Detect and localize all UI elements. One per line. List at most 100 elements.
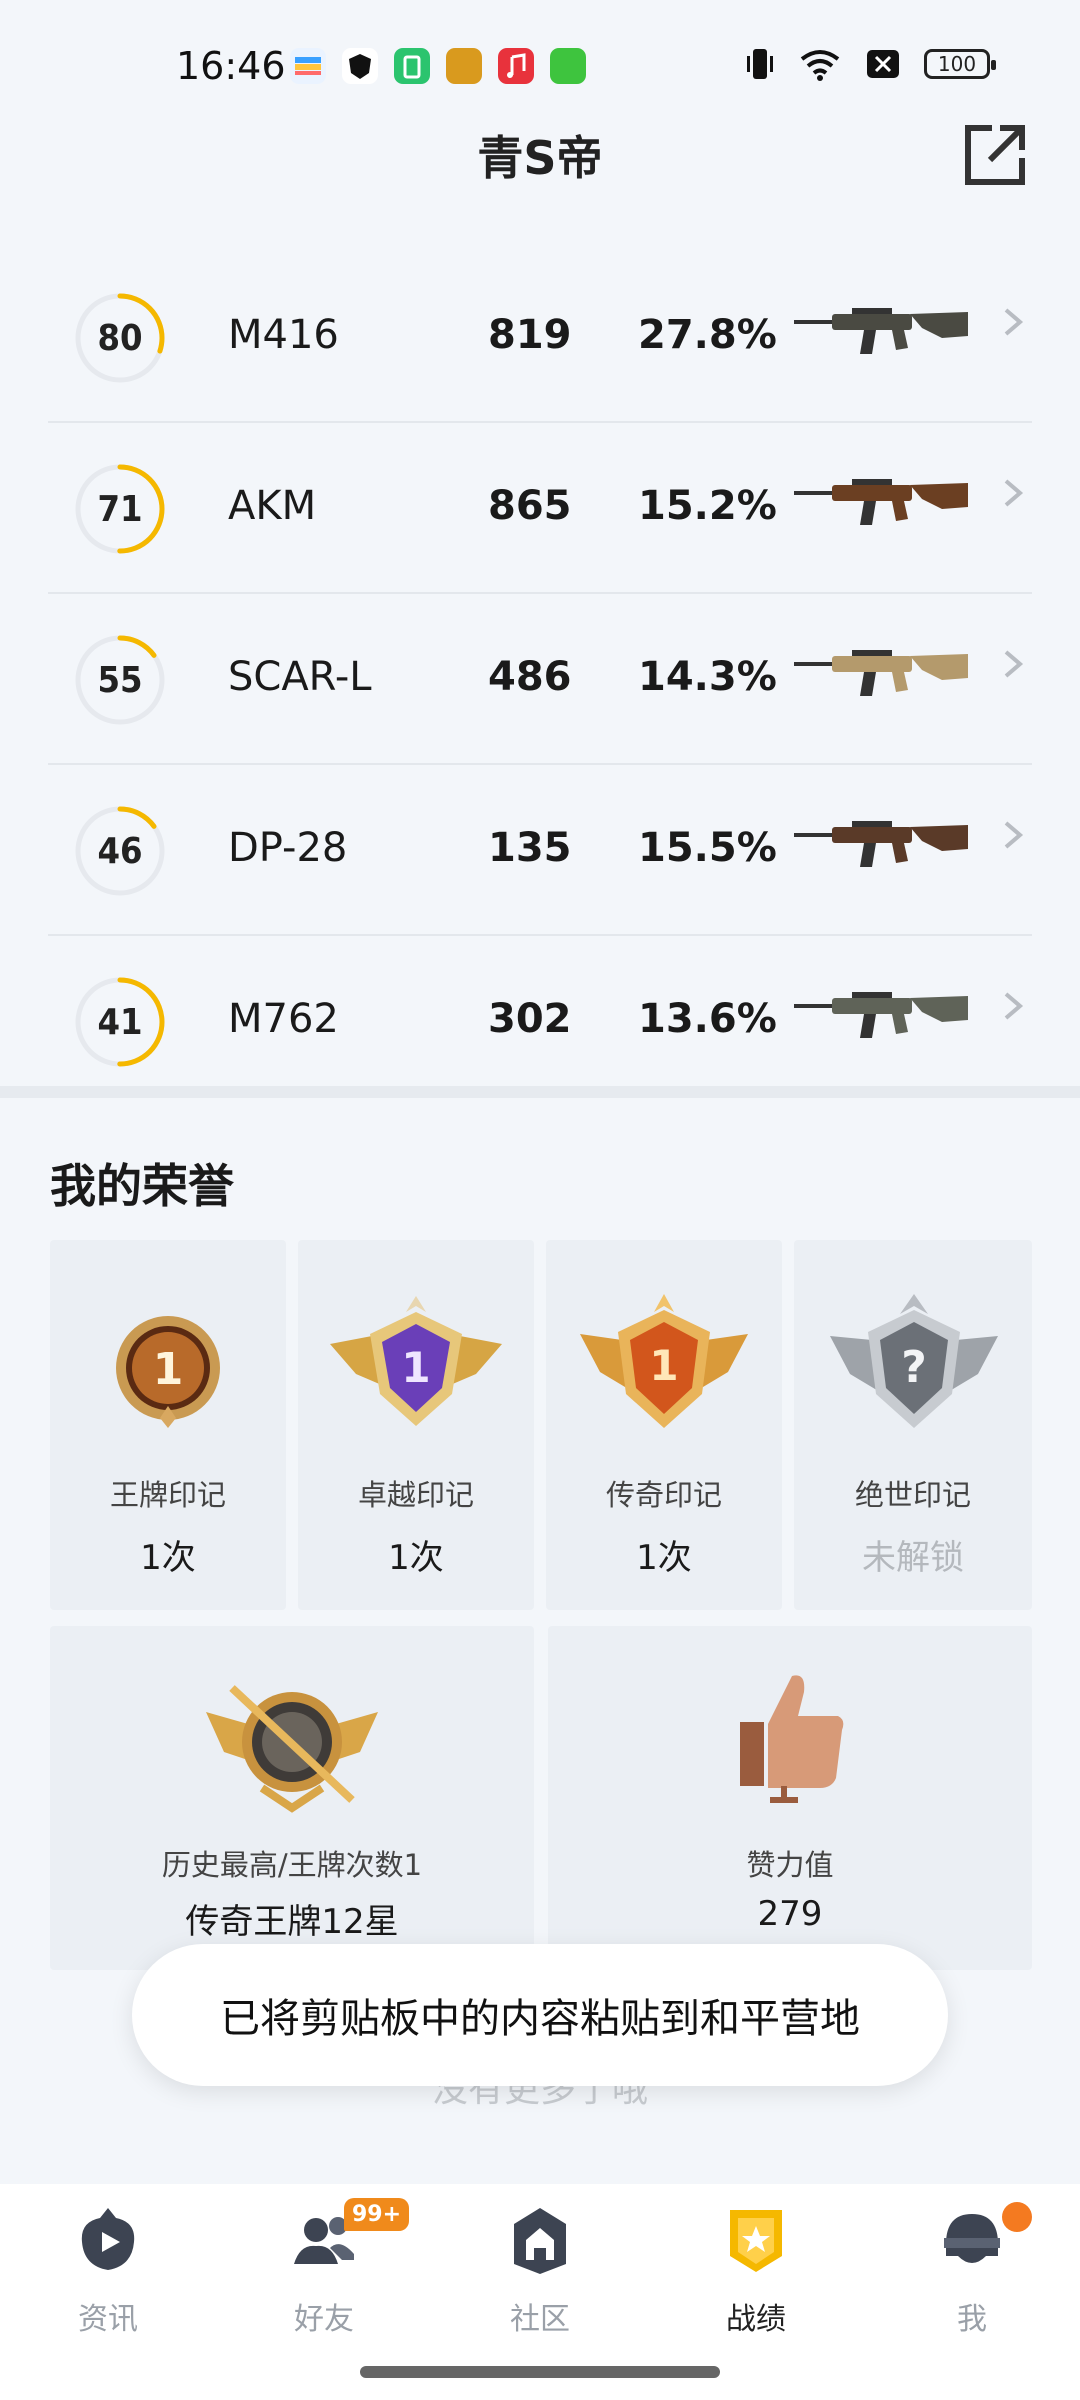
honor-section-title: 我的荣誉 <box>50 1159 234 1213</box>
nav-label: 我 <box>957 2302 987 2337</box>
honor-card-rank[interactable]: 历史最高/王牌次数1 传奇王牌12星 <box>50 1626 534 1970</box>
honor-value: 279 <box>757 1894 823 1934</box>
nav-item-friends[interactable]: 99+ 好友 <box>216 2184 432 2337</box>
friends-badge: 99+ <box>344 2198 410 2231</box>
svg-text:1: 1 <box>153 1344 184 1395</box>
weapon-row[interactable]: 80 M416 819 27.8% <box>48 252 1032 423</box>
wifi-icon <box>800 50 840 81</box>
honor-card-legend[interactable]: 1 传奇印记 1次 <box>546 1240 782 1610</box>
notification-icons <box>290 48 586 84</box>
excellence-mark-icon: 1 <box>330 1296 502 1426</box>
honor-label: 绝世印记 <box>854 1478 971 1512</box>
status-time: 16:46 <box>176 44 286 88</box>
honor-value: 1次 <box>140 1538 196 1578</box>
rank-emblem-icon <box>206 1685 378 1813</box>
weapon-row[interactable]: 41 M762 302 13.6% <box>48 936 1032 1107</box>
weapon-usage-rate: 13.6% <box>638 996 777 1042</box>
no-signal-icon <box>867 50 899 78</box>
honor-card-ace[interactable]: 1 王牌印记 1次 <box>50 1240 286 1610</box>
news-icon <box>81 2208 135 2270</box>
legend-mark-icon: 1 <box>580 1294 748 1428</box>
chevron-right-icon <box>1004 308 1024 336</box>
weapon-row[interactable]: 46 DP-28 135 15.5% <box>48 765 1032 936</box>
honor-label: 传奇印记 <box>605 1478 722 1512</box>
chevron-right-icon <box>1004 992 1024 1020</box>
game-app-icon <box>446 48 482 84</box>
honor-value: 传奇王牌12星 <box>185 1902 399 1942</box>
weapon-list: 80 M416 819 27.8% 71 AKM 865 15.2% 55 SCAR-L 486 14… <box>48 252 1032 1107</box>
thumbs-up-icon <box>740 1675 844 1803</box>
share-icon[interactable] <box>962 122 1028 188</box>
battery-icon: 100 <box>924 49 996 79</box>
profile-notification-dot <box>1002 2202 1032 2232</box>
vibrate-icon <box>747 49 773 79</box>
honor-value: 未解锁 <box>862 1538 964 1578</box>
weapon-name: DP-28 <box>228 825 348 871</box>
weapon-name: AKM <box>228 483 317 529</box>
honor-label: 历史最高/王牌次数1 <box>161 1848 423 1882</box>
nav-item-profile[interactable]: 我 <box>864 2184 1080 2337</box>
profile-icon <box>944 2214 1000 2263</box>
weapon-name: SCAR-L <box>228 654 372 700</box>
honor-label: 卓越印记 <box>357 1478 474 1512</box>
honor-value: 1次 <box>636 1538 692 1578</box>
nav-item-record[interactable]: 战绩 <box>648 2184 864 2337</box>
honor-card-excellence[interactable]: 1 卓越印记 1次 <box>298 1240 534 1610</box>
nav-label: 资讯 <box>78 2302 138 2337</box>
weapon-name: M416 <box>228 312 339 358</box>
weapon-usage-rate: 14.3% <box>638 654 777 700</box>
honor-card-peerless[interactable]: ? 绝世印记 未解锁 <box>794 1240 1032 1610</box>
weapon-gun-icon <box>794 479 968 525</box>
home-indicator[interactable] <box>360 2366 720 2378</box>
svg-text:?: ? <box>901 1342 927 1393</box>
weapon-score: 71 <box>97 488 143 530</box>
chevron-right-icon <box>1004 479 1024 507</box>
weapon-kill-count: 135 <box>488 825 572 871</box>
weapon-gun-icon <box>794 650 968 696</box>
record-icon <box>730 2210 782 2272</box>
weapon-usage-rate: 27.8% <box>638 312 777 358</box>
wallet-app-icon <box>290 48 326 84</box>
weapon-score: 41 <box>97 1001 143 1043</box>
svg-text:1: 1 <box>649 1341 678 1390</box>
chevron-right-icon <box>1004 821 1024 849</box>
nav-label: 战绩 <box>726 2302 786 2337</box>
weapon-usage-rate: 15.2% <box>638 483 777 529</box>
community-icon <box>514 2208 566 2274</box>
svg-text:1: 1 <box>401 1343 430 1392</box>
section-divider <box>0 1086 1080 1098</box>
weapon-row[interactable]: 71 AKM 865 15.2% <box>48 423 1032 594</box>
ace-mark-icon: 1 <box>116 1316 220 1428</box>
nav-label: 社区 <box>510 2302 570 2337</box>
honor-value: 1次 <box>388 1538 444 1578</box>
battery-app-icon <box>394 48 430 84</box>
peerless-mark-icon: ? <box>830 1294 998 1428</box>
system-icons: 100 <box>746 46 996 82</box>
music-app-icon <box>498 48 534 84</box>
page-title: 青S帝 <box>477 131 603 185</box>
weapon-usage-rate: 15.5% <box>638 825 777 871</box>
honor-card-likes[interactable]: 赞力值 279 <box>548 1626 1032 1970</box>
weapon-kill-count: 819 <box>488 312 572 358</box>
nav-item-community[interactable]: 社区 <box>432 2184 648 2337</box>
nav-label: 好友 <box>294 2302 354 2337</box>
weapon-kill-count: 302 <box>488 996 572 1042</box>
weapon-kill-count: 486 <box>488 654 572 700</box>
shield-app-icon <box>342 48 378 84</box>
weapon-gun-icon <box>794 992 968 1038</box>
nav-item-news[interactable]: 资讯 <box>0 2184 216 2337</box>
clipboard-toast: 已将剪贴板中的内容粘贴到和平营地 <box>132 1944 948 2086</box>
status-bar: 16:46 100 <box>0 0 1080 130</box>
weapon-score: 80 <box>97 317 143 359</box>
weapon-score: 46 <box>97 830 143 872</box>
market-app-icon <box>550 48 586 84</box>
weapon-row[interactable]: 55 SCAR-L 486 14.3% <box>48 594 1032 765</box>
weapon-score: 55 <box>97 659 143 701</box>
weapon-name: M762 <box>228 996 339 1042</box>
weapon-gun-icon <box>794 308 968 354</box>
weapon-gun-icon <box>794 821 968 867</box>
honor-label: 赞力值 <box>746 1848 834 1882</box>
honor-label: 王牌印记 <box>109 1478 226 1512</box>
chevron-right-icon <box>1004 650 1024 678</box>
weapon-kill-count: 865 <box>488 483 572 529</box>
